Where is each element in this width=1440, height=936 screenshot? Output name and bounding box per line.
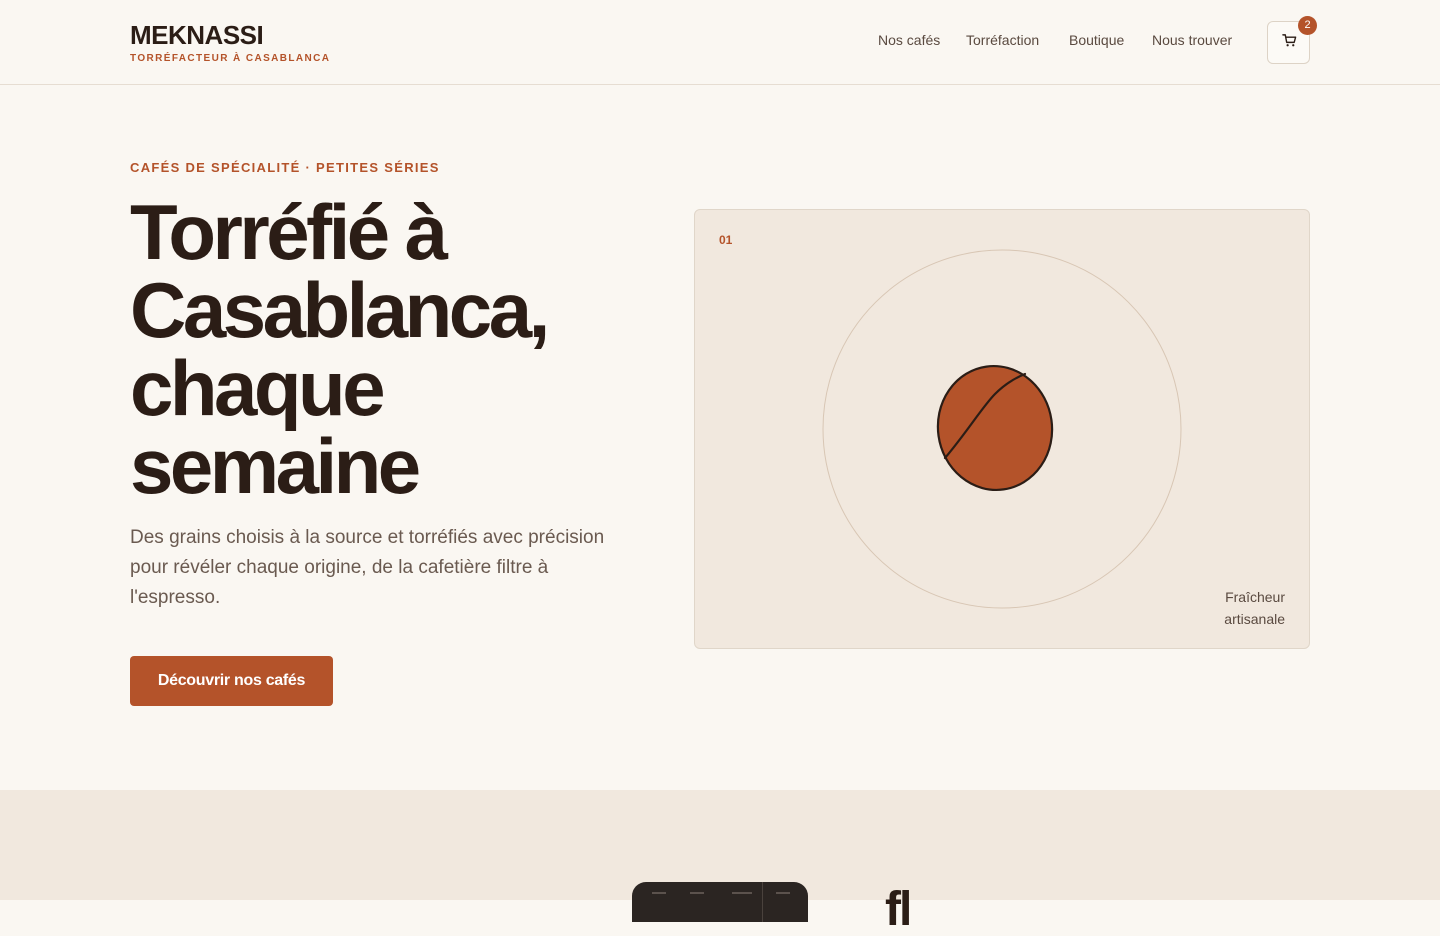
nav-link-nos-cafes[interactable]: Nos cafés bbox=[878, 32, 940, 48]
discover-coffees-button[interactable]: Découvrir nos cafés bbox=[130, 656, 333, 706]
nav-link-torrefaction[interactable]: Torréfaction bbox=[966, 32, 1039, 48]
nav-link-nous-trouver[interactable]: Nous trouver bbox=[1152, 32, 1232, 48]
coffee-bean-icon bbox=[936, 364, 1054, 492]
shopping-cart-icon bbox=[1282, 34, 1297, 47]
brand-logo[interactable]: MEKNASSI TORRÉFACTEUR À CASABLANCA bbox=[130, 20, 330, 64]
device-icon-2 bbox=[690, 892, 704, 894]
brand-name: MEKNASSI bbox=[130, 20, 264, 50]
device-preview bbox=[632, 882, 808, 922]
hero-visual-card: 01 Fraîcheur artisanale bbox=[694, 209, 1310, 649]
hero-eyebrow: CAFÉS DE SPÉCIALITÉ · PETITES SÉRIES bbox=[130, 160, 440, 175]
device-icon-4 bbox=[776, 892, 790, 894]
device-icon-1 bbox=[652, 892, 666, 894]
device-icon-3 bbox=[732, 892, 752, 894]
coffee-bean-illustration bbox=[822, 249, 1182, 609]
device-divider bbox=[762, 882, 763, 922]
nav-link-boutique[interactable]: Boutique bbox=[1069, 32, 1124, 48]
cart-button[interactable]: 2 bbox=[1267, 16, 1317, 64]
visual-caption: Fraîcheur artisanale bbox=[1224, 589, 1285, 627]
hero-lede: Des grains choisis à la source et torréf… bbox=[130, 527, 605, 608]
cart-count-badge: 2 bbox=[1298, 16, 1317, 35]
next-section: fl bbox=[0, 790, 1440, 934]
site-header: MEKNASSI TORRÉFACTEUR À CASABLANCA Nos c… bbox=[0, 0, 1440, 85]
section-title: fl bbox=[885, 883, 912, 936]
brand-tagline: TORRÉFACTEUR À CASABLANCA bbox=[130, 53, 331, 64]
hero-headline: Torréfié à Casablanca, chaque semaine bbox=[130, 188, 550, 510]
